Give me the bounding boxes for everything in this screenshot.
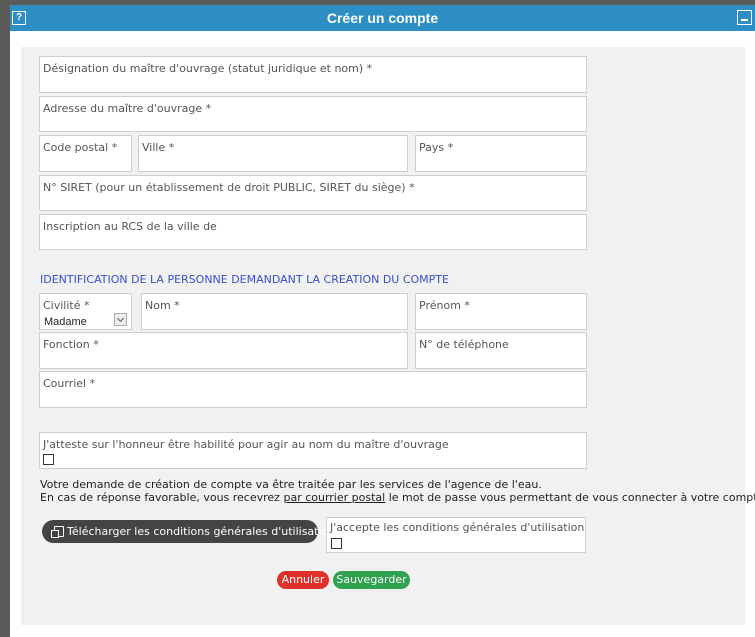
designation-label: Désignation du maître d'ouvrage (statut … [43, 62, 373, 75]
attestation-label: J'atteste sur l'honneur être habilité po… [43, 438, 449, 451]
chevron-down-icon[interactable] [114, 313, 127, 326]
email-label: Courriel * [43, 377, 96, 390]
phone-field[interactable]: N° de téléphone [415, 332, 587, 369]
attestation-checkbox[interactable] [43, 454, 54, 465]
first-name-field[interactable]: Prénom * [415, 293, 587, 330]
siret-field[interactable]: N° SIRET (pour un établissement de droit… [39, 175, 587, 211]
postal-code-label: Code postal * [43, 141, 118, 154]
person-section-title: IDENTIFICATION DE LA PERSONNE DEMANDANT … [40, 273, 449, 286]
city-label: Ville * [142, 141, 175, 154]
last-name-field[interactable]: Nom * [141, 293, 408, 330]
rcs-label: Inscription au RCS de la ville de [43, 220, 217, 233]
phone-label: N° de téléphone [419, 338, 509, 351]
download-conditions-button[interactable]: Télécharger les conditions générales d'u… [42, 520, 335, 543]
first-name-label: Prénom * [419, 299, 470, 312]
function-label: Fonction * [43, 338, 99, 351]
accept-conditions-label: J'accepte les conditions générales d'uti… [330, 521, 585, 534]
country-label: Pays * [419, 141, 454, 154]
siret-label: N° SIRET (pour un établissement de droit… [43, 181, 415, 194]
country-field[interactable]: Pays * [415, 135, 587, 172]
info-text-start: En cas de réponse favorable, vous recevr… [40, 491, 284, 504]
title-bar: ? Créer un compte [10, 5, 755, 31]
last-name-label: Nom * [145, 299, 180, 312]
civility-label: Civilité * [43, 299, 90, 312]
designation-field[interactable]: Désignation du maître d'ouvrage (statut … [39, 56, 587, 93]
email-field[interactable]: Courriel * [39, 371, 587, 408]
civility-value: Madame [44, 316, 87, 328]
city-field[interactable]: Ville * [138, 135, 408, 172]
info-text-line-2: En cas de réponse favorable, vous recevr… [40, 491, 755, 504]
rcs-field[interactable]: Inscription au RCS de la ville de [39, 214, 587, 250]
download-conditions-label: Télécharger les conditions générales d'u… [67, 525, 336, 538]
postal-code-field[interactable]: Code postal * [39, 135, 132, 172]
accept-conditions-checkbox[interactable] [331, 538, 342, 549]
attestation-box: J'atteste sur l'honneur être habilité po… [39, 432, 587, 469]
civility-select[interactable]: Civilité * Madame [39, 293, 132, 330]
minimize-icon[interactable] [737, 10, 752, 25]
postal-mail-link[interactable]: par courrier postal [283, 491, 385, 504]
window-title: Créer un compte [326, 10, 439, 26]
info-text-end: le mot de passe vous permettant de vous … [385, 491, 755, 504]
address-label: Adresse du maître d'ouvrage * [43, 102, 212, 115]
function-field[interactable]: Fonction * [39, 332, 408, 369]
documents-icon [51, 526, 64, 538]
address-field[interactable]: Adresse du maître d'ouvrage * [39, 96, 587, 132]
accept-conditions-box: J'accepte les conditions générales d'uti… [326, 517, 586, 553]
cancel-button[interactable]: Annuler [277, 571, 329, 589]
info-text-line-1: Votre demande de création de compte va ê… [40, 478, 542, 491]
save-button[interactable]: Sauvegarder [333, 571, 410, 589]
